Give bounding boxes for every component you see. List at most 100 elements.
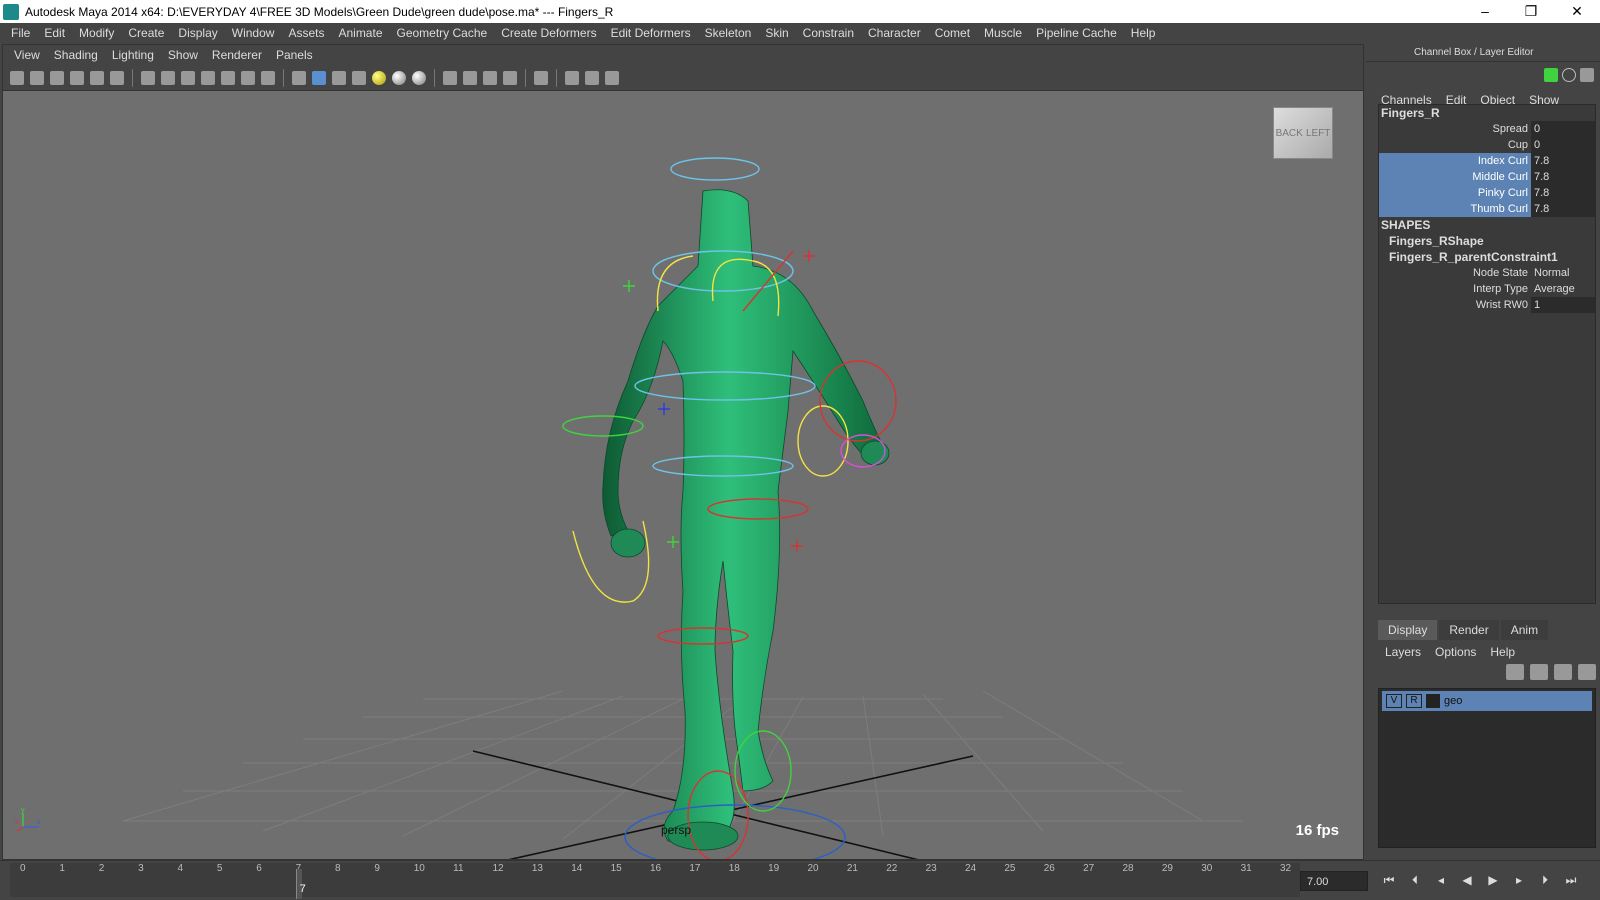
layer-row-geo[interactable]: V R geo [1382, 691, 1592, 711]
move-layer-up-icon[interactable] [1506, 664, 1524, 680]
attr-value[interactable]: 1 [1531, 297, 1595, 313]
camera-cube-icon[interactable] [565, 70, 579, 85]
close-button[interactable]: ✕ [1554, 0, 1600, 23]
attr-row-thumb-curl[interactable]: Thumb Curl 7.8 [1379, 201, 1595, 217]
field-chart-icon[interactable] [221, 70, 235, 85]
menu-animate[interactable]: Animate [331, 26, 389, 40]
menu-comet[interactable]: Comet [928, 26, 977, 40]
attr-label[interactable]: Middle Curl [1379, 169, 1531, 185]
constraint-node[interactable]: Fingers_R_parentConstraint1 [1379, 249, 1595, 265]
maximize-button[interactable]: ❐ [1508, 0, 1554, 23]
menu-skin[interactable]: Skin [758, 26, 795, 40]
step-back-frame-button[interactable]: ⏴ [1404, 871, 1426, 889]
node-name[interactable]: Fingers_R [1379, 105, 1595, 121]
shape-node[interactable]: Fingers_RShape [1379, 233, 1595, 249]
bookmark-icon[interactable] [50, 70, 64, 85]
play-forwards-button[interactable]: ▶ [1482, 871, 1504, 889]
menu-pipeline-cache[interactable]: Pipeline Cache [1029, 26, 1124, 40]
grease-pencil-icon[interactable] [110, 70, 124, 85]
pin-icon[interactable] [1580, 68, 1594, 82]
layer-color-swatch[interactable] [1426, 694, 1440, 708]
isolate-select-icon[interactable] [443, 70, 457, 85]
le-menu-options[interactable]: Options [1428, 645, 1483, 659]
safe-action-icon[interactable] [241, 70, 255, 85]
attr-value[interactable]: 0 [1531, 121, 1595, 137]
textured-icon[interactable] [352, 70, 366, 85]
attr-value[interactable]: Normal [1531, 265, 1595, 281]
tab-render[interactable]: Render [1439, 620, 1499, 640]
resolution-gate-icon[interactable] [181, 70, 195, 85]
go-to-end-button[interactable]: ⏭ [1560, 871, 1582, 889]
step-forward-key-button[interactable]: ▸ [1508, 871, 1530, 889]
menu-constrain[interactable]: Constrain [796, 26, 861, 40]
attr-label[interactable]: Index Curl [1379, 153, 1531, 169]
smooth-shade-icon[interactable] [312, 70, 326, 85]
locator-center[interactable] [658, 403, 670, 415]
xray-active-components-icon[interactable] [483, 70, 497, 85]
attr-row-spread[interactable]: Spread 0 [1379, 121, 1595, 137]
menu-geometry-cache[interactable]: Geometry Cache [390, 26, 495, 40]
menu-create[interactable]: Create [121, 26, 171, 40]
move-tool-icon[interactable] [1544, 68, 1558, 82]
view-cube-left[interactable]: LEFT [1306, 128, 1330, 139]
wireframe-icon[interactable] [292, 70, 306, 85]
attr-label[interactable]: Spread [1379, 121, 1531, 137]
attr-row-interp-type[interactable]: Interp Type Average [1379, 281, 1595, 297]
isolate-view-icon[interactable] [534, 70, 548, 85]
time-ruler[interactable]: 0123456789101112131415161718192021222324… [10, 863, 1300, 899]
frame-all-icon[interactable] [585, 70, 599, 85]
attr-value[interactable]: 7.8 [1531, 169, 1595, 185]
current-time-field[interactable]: 7.00 [1300, 871, 1368, 891]
menu-display[interactable]: Display [171, 26, 224, 40]
attr-value[interactable]: 7.8 [1531, 153, 1595, 169]
viewport-menu-shading[interactable]: Shading [47, 48, 105, 62]
le-menu-layers[interactable]: Layers [1378, 645, 1428, 659]
new-layer-icon[interactable] [1554, 664, 1572, 680]
viewport-menu-show[interactable]: Show [161, 48, 205, 62]
minimize-button[interactable]: – [1462, 0, 1508, 23]
menu-file[interactable]: File [4, 26, 37, 40]
attr-row-pinky-curl[interactable]: Pinky Curl 7.8 [1379, 185, 1595, 201]
tab-display[interactable]: Display [1378, 620, 1438, 640]
menu-modify[interactable]: Modify [72, 26, 121, 40]
menu-assets[interactable]: Assets [281, 26, 331, 40]
menu-window[interactable]: Window [225, 26, 282, 40]
ambient-occlusion-icon[interactable] [503, 70, 517, 85]
menu-create-deformers[interactable]: Create Deformers [494, 26, 603, 40]
attr-value[interactable]: 7.8 [1531, 201, 1595, 217]
viewport-menu-panels[interactable]: Panels [269, 48, 320, 62]
character-body[interactable] [602, 189, 890, 851]
attr-row-wrist-rw0[interactable]: Wrist RW0 1 [1379, 297, 1595, 313]
locator-shoulder-l[interactable] [623, 280, 635, 292]
layer-name[interactable]: geo [1444, 695, 1462, 707]
safe-title-icon[interactable] [261, 70, 275, 85]
film-gate-icon[interactable] [161, 70, 175, 85]
view-cube[interactable]: BACK LEFT [1273, 107, 1333, 159]
head-control[interactable] [670, 157, 760, 181]
xray-joints-icon[interactable] [463, 70, 477, 85]
menu-muscle[interactable]: Muscle [977, 26, 1029, 40]
locator-knee-l[interactable] [667, 536, 679, 548]
tab-anim[interactable]: Anim [1500, 620, 1549, 640]
move-layer-down-icon[interactable] [1530, 664, 1548, 680]
go-to-start-button[interactable]: ⏮ [1378, 871, 1400, 889]
locator-shoulder-r[interactable] [803, 250, 815, 262]
new-layer-from-selection-icon[interactable] [1578, 664, 1596, 680]
view-cube-back[interactable]: BACK [1276, 128, 1303, 139]
layer-reference-toggle[interactable]: R [1406, 694, 1422, 708]
use-all-lights-icon[interactable] [372, 70, 386, 85]
viewport-menu-lighting[interactable]: Lighting [105, 48, 161, 62]
viewport-menu-view[interactable]: View [7, 48, 47, 62]
grid-icon[interactable] [141, 70, 155, 85]
hypershade-connections-icon[interactable] [605, 70, 619, 85]
menu-edit[interactable]: Edit [37, 26, 72, 40]
attr-row-cup[interactable]: Cup 0 [1379, 137, 1595, 153]
attr-label[interactable]: Node State [1379, 265, 1531, 281]
menu-character[interactable]: Character [861, 26, 928, 40]
attr-label[interactable]: Cup [1379, 137, 1531, 153]
step-forward-frame-button[interactable]: ⏵ [1534, 871, 1556, 889]
layer-visibility-toggle[interactable]: V [1386, 694, 1402, 708]
locator-knee-r[interactable] [791, 540, 803, 552]
gate-mask-icon[interactable] [201, 70, 215, 85]
step-back-key-button[interactable]: ◂ [1430, 871, 1452, 889]
